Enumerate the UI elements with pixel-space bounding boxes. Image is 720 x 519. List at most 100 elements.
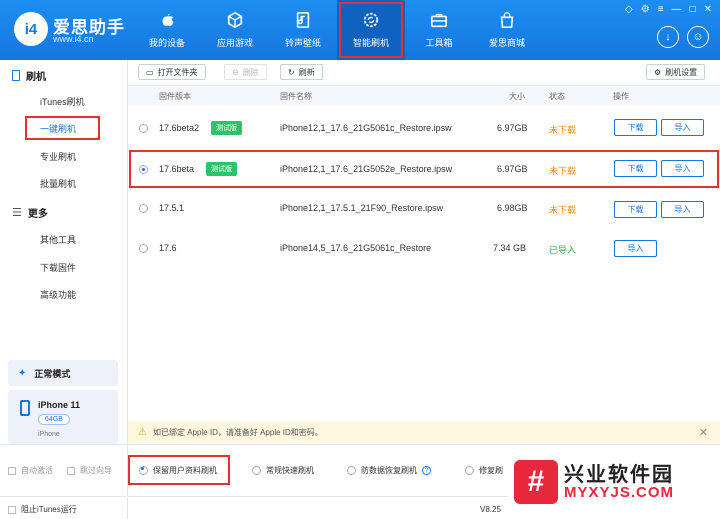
nav-smart-flash[interactable]: 智能刷机 xyxy=(337,0,405,60)
settings-icon[interactable]: ⚙ xyxy=(641,4,650,15)
row-radio[interactable] xyxy=(139,244,148,253)
phone-icon xyxy=(12,70,20,81)
watermark-cn: 兴业软件园 xyxy=(564,464,674,486)
delete-icon: ⊖ xyxy=(232,67,239,77)
nav-label: 铃声壁纸 xyxy=(284,38,321,48)
app-version: V8.25 xyxy=(480,505,501,514)
import-button[interactable]: 导入 xyxy=(661,160,704,177)
row-radio[interactable] xyxy=(139,204,148,213)
maximize-icon[interactable]: □ xyxy=(690,4,696,15)
refresh-gear-icon xyxy=(363,12,379,28)
col-name: 固件名称 xyxy=(280,92,312,101)
sidebar-item-pro-flash[interactable]: 专业刷机 xyxy=(40,150,76,163)
firmware-name: iPhone12,1_17.6_21G5061c_Restore.ipsw xyxy=(280,123,452,133)
firmware-size: 6.97GB xyxy=(497,164,528,174)
checkbox[interactable] xyxy=(8,505,16,514)
skip-guide-checkbox[interactable]: 跳过向导 xyxy=(67,465,112,476)
list-icon: ☰ xyxy=(12,207,22,219)
flash-settings-button[interactable]: ⚙ 刷机设置 xyxy=(646,64,706,80)
watermark-en: MYXYJS.COM xyxy=(564,484,675,501)
mode-icon: ✦ xyxy=(18,367,27,379)
device-type: iPhone xyxy=(38,431,60,438)
import-button[interactable]: 导入 xyxy=(661,119,704,136)
sidebar-item-itunes-flash[interactable]: iTunes刷机 xyxy=(40,95,85,108)
col-status: 状态 xyxy=(549,92,565,101)
radio[interactable] xyxy=(252,466,261,475)
sidebar-item-download-firmware[interactable]: 下载固件 xyxy=(40,261,76,274)
firmware-status: 未下载 xyxy=(549,125,577,135)
checkbox[interactable] xyxy=(8,466,16,475)
table-row[interactable]: 17.6beta2 测试版 iPhone12,1_17.6_21G5061c_R… xyxy=(128,108,720,148)
skin-icon[interactable]: ◇ xyxy=(625,4,633,15)
open-folder-button[interactable]: ▭ 打开文件夹 xyxy=(138,64,206,80)
table-row[interactable]: 17.6 iPhone14,5_17.6_21G5061c_Restore 7.… xyxy=(128,229,720,269)
import-button[interactable]: 导入 xyxy=(661,201,704,218)
user-icon[interactable]: ☺ xyxy=(687,26,709,48)
nav-label: 我的设备 xyxy=(148,38,185,48)
help-icon[interactable]: ? xyxy=(422,466,431,475)
nav-store[interactable]: 爱思商城 xyxy=(473,0,541,60)
download-button[interactable]: 下载 xyxy=(614,201,657,218)
delete-button[interactable]: ⊖ 删除 xyxy=(224,64,267,80)
minimize-icon[interactable]: — xyxy=(672,4,682,15)
firmware-version: 17.5.1 xyxy=(159,203,185,213)
app-logo: i4 xyxy=(14,12,48,46)
import-button[interactable]: 导入 xyxy=(614,240,657,257)
sidebar-item-one-click-flash[interactable]: 一键刷机 xyxy=(25,116,100,140)
nav-label: 智能刷机 xyxy=(352,38,389,48)
download-icon[interactable]: ↓ xyxy=(657,26,679,48)
sidebar-section-flash: 刷机 xyxy=(12,68,46,83)
firmware-status: 未下载 xyxy=(549,166,577,176)
device-card[interactable]: iPhone 11 64GB iPhone xyxy=(8,390,118,444)
close-icon[interactable]: ✕ xyxy=(699,426,708,439)
toolbar: ▭ 打开文件夹 ⊖ 删除 ↻ 刷新 ⚙ 刷机设置 xyxy=(128,60,720,86)
checkbox[interactable] xyxy=(67,466,75,475)
firmware-status: 未下载 xyxy=(549,205,577,215)
table-row[interactable]: 17.5.1 iPhone12,1_17.5.1_21F90_Restore.i… xyxy=(128,190,720,230)
quick-flash-radio[interactable]: 常规快速刷机 xyxy=(252,465,314,476)
menu-icon[interactable]: ≡ xyxy=(658,4,664,15)
music-file-icon xyxy=(296,11,310,29)
nav-label: 工具箱 xyxy=(425,38,453,48)
sidebar-section-more: ☰ 更多 xyxy=(12,207,48,220)
row-radio[interactable] xyxy=(139,165,148,174)
nav-my-device[interactable]: 我的设备 xyxy=(133,0,201,60)
firmware-version: 17.6 xyxy=(159,243,177,253)
refresh-icon: ↻ xyxy=(288,67,295,77)
row-radio[interactable] xyxy=(139,124,148,133)
auto-activate-checkbox[interactable]: 自动激活 xyxy=(8,465,53,476)
firmware-status: 已导入 xyxy=(549,245,577,255)
radio[interactable] xyxy=(465,466,474,475)
sidebar-item-advanced[interactable]: 高级功能 xyxy=(40,288,76,301)
shopping-bag-icon xyxy=(500,12,514,29)
device-capacity-badge: 64GB xyxy=(38,414,70,425)
gear-icon: ⚙ xyxy=(654,67,662,77)
nav-toolbox[interactable]: 工具箱 xyxy=(405,0,473,60)
apple-id-notice: ⚠ 如已绑定 Apple ID，请准备好 Apple ID和密码。 ✕ xyxy=(128,421,720,443)
cube-icon xyxy=(227,11,243,29)
repair-flash-radio[interactable]: 修复刷 xyxy=(465,465,503,476)
table-row-selected[interactable]: 17.6beta 测试版 iPhone12,1_17.6_21G5052e_Re… xyxy=(128,149,720,189)
keep-data-radio[interactable]: 保留用户资料刷机 xyxy=(139,465,217,476)
download-button[interactable]: 下载 xyxy=(614,160,657,177)
firmware-size: 7.34 GB xyxy=(493,243,527,253)
nav-apps[interactable]: 应用游戏 xyxy=(201,0,269,60)
sidebar-item-other-tools[interactable]: 其他工具 xyxy=(40,233,76,246)
sidebar-item-batch-flash[interactable]: 批量刷机 xyxy=(40,177,76,190)
refresh-button[interactable]: ↻ 刷新 xyxy=(280,64,323,80)
nav-ringtones[interactable]: 铃声壁纸 xyxy=(269,0,337,60)
download-button[interactable]: 下载 xyxy=(614,119,657,136)
anti-recovery-radio[interactable]: 防数据恢复刷机 ? xyxy=(347,465,431,476)
radio[interactable] xyxy=(139,466,148,475)
iphone-icon xyxy=(20,400,30,416)
radio[interactable] xyxy=(347,466,356,475)
folder-icon: ▭ xyxy=(146,67,154,77)
firmware-name: iPhone12,1_17.5.1_21F90_Restore.ipsw xyxy=(280,203,444,213)
firmware-name: iPhone12,1_17.6_21G5052e_Restore.ipsw xyxy=(280,164,453,174)
block-itunes-checkbox[interactable]: 阻止iTunes运行 xyxy=(8,504,77,515)
beta-tag: 测试版 xyxy=(211,121,242,135)
device-name: iPhone 11 xyxy=(38,400,81,410)
col-actions: 操作 xyxy=(613,92,629,101)
close-icon[interactable]: ✕ xyxy=(704,4,712,15)
main-nav: 我的设备 应用游戏 铃声壁纸 智能刷机 工具箱 爱思商城 xyxy=(133,0,541,60)
